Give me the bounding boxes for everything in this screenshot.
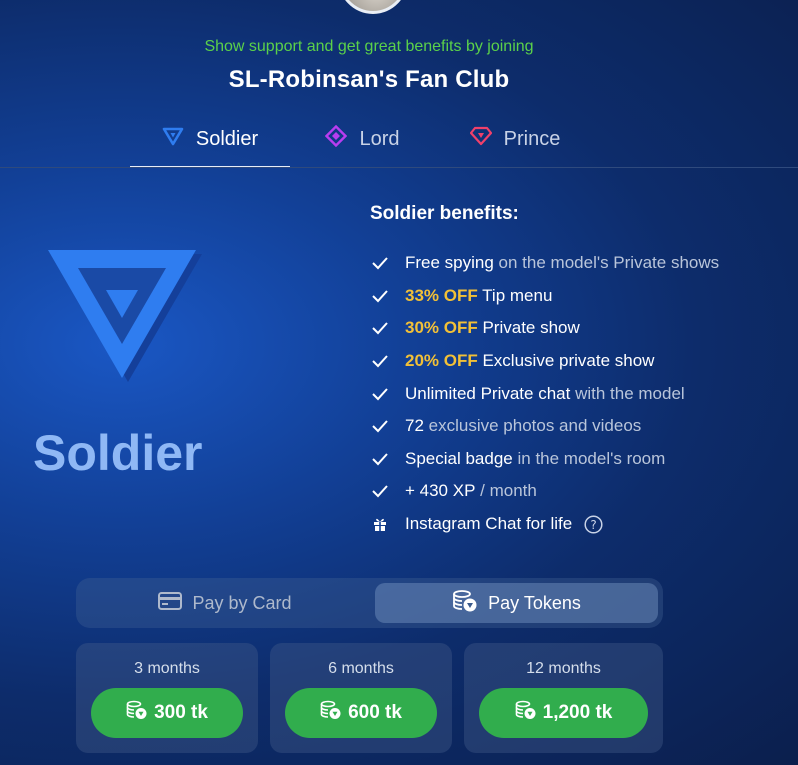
benefit-strong: 72 bbox=[405, 416, 424, 436]
help-icon[interactable]: ? bbox=[584, 514, 603, 534]
benefit-strong: Private show bbox=[477, 318, 580, 338]
benefit-strong: Free spying bbox=[405, 253, 494, 273]
tab-label: Prince bbox=[503, 127, 561, 150]
benefit-discount: 30% OFF bbox=[405, 318, 478, 338]
benefit-strong: Exclusive private show bbox=[477, 351, 655, 371]
check-icon bbox=[370, 351, 390, 371]
triangle-icon bbox=[162, 126, 184, 152]
pay-card-label: Pay by Card bbox=[192, 592, 292, 613]
buy-3-months-button[interactable]: 300 tk bbox=[91, 688, 243, 738]
check-icon bbox=[370, 449, 390, 469]
list-item: Instagram Chat for life ? bbox=[370, 508, 719, 541]
tab-lord[interactable]: Lord bbox=[290, 112, 435, 166]
check-icon bbox=[370, 384, 390, 404]
benefits-list: Free spying on the model's Private shows… bbox=[370, 247, 719, 540]
check-icon bbox=[370, 253, 390, 273]
club-title: SL-Robinsan's Fan Club bbox=[228, 66, 510, 93]
benefit-strong: Instagram Chat for life bbox=[405, 514, 573, 534]
tab-prince[interactable]: Prince bbox=[435, 112, 595, 166]
benefit-text: on the model's Private shows bbox=[493, 253, 720, 273]
list-item: + 430 XP / month bbox=[370, 475, 719, 508]
pay-tokens-label: Pay Tokens bbox=[488, 592, 581, 613]
plan-price: 300 tk bbox=[154, 702, 208, 723]
token-coins-icon bbox=[515, 700, 537, 726]
benefit-strong: Tip menu bbox=[477, 285, 553, 305]
plan-duration: 12 months bbox=[526, 660, 601, 677]
tabs-divider bbox=[0, 167, 798, 168]
model-avatar bbox=[337, 0, 409, 14]
soldier-emblem-icon bbox=[46, 248, 206, 393]
list-item: 33% OFF Tip menu bbox=[370, 280, 719, 313]
plan-duration: 6 months bbox=[328, 660, 394, 677]
list-item: Free spying on the model's Private shows bbox=[370, 247, 719, 280]
tier-tabs: Soldier Lord Prince bbox=[130, 112, 595, 168]
buy-6-months-button[interactable]: 600 tk bbox=[285, 688, 437, 738]
list-item: 20% OFF Exclusive private show bbox=[370, 345, 719, 378]
tier-name: Soldier bbox=[33, 425, 203, 481]
gem-icon bbox=[469, 126, 492, 152]
benefit-strong: Special badge bbox=[405, 448, 513, 468]
benefit-discount: 33% OFF bbox=[405, 285, 478, 305]
payment-method-switch: Pay by Card Pay Tokens bbox=[76, 578, 663, 628]
plan-card-3-months: 3 months 300 tk bbox=[76, 643, 258, 753]
token-coins-icon bbox=[452, 589, 478, 618]
gift-icon bbox=[370, 514, 390, 534]
benefit-strong: + 430 XP bbox=[405, 481, 476, 501]
credit-card-icon bbox=[158, 591, 183, 616]
pay-by-card-button[interactable]: Pay by Card bbox=[76, 583, 374, 623]
plan-card-6-months: 6 months 600 tk bbox=[270, 643, 452, 753]
plan-card-12-months: 12 months 1,200 tk bbox=[464, 643, 663, 753]
svg-text:?: ? bbox=[591, 518, 597, 532]
plan-price: 1,200 tk bbox=[542, 702, 613, 723]
check-icon bbox=[370, 481, 390, 501]
tab-label: Lord bbox=[359, 127, 400, 150]
benefit-text: with the model bbox=[570, 383, 685, 403]
list-item: Special badge in the model's room bbox=[370, 443, 719, 476]
buy-12-months-button[interactable]: 1,200 tk bbox=[479, 688, 648, 738]
token-coins-icon bbox=[320, 700, 342, 726]
list-item: 30% OFF Private show bbox=[370, 312, 719, 345]
diamond-icon bbox=[325, 124, 348, 153]
tab-label: Soldier bbox=[195, 127, 259, 150]
list-item: Unlimited Private chat with the model bbox=[370, 377, 719, 410]
check-icon bbox=[370, 286, 390, 306]
pay-tokens-button[interactable]: Pay Tokens bbox=[375, 583, 658, 623]
tab-soldier[interactable]: Soldier bbox=[130, 112, 290, 168]
benefit-strong: Unlimited Private chat bbox=[405, 383, 571, 403]
list-item: 72 exclusive photos and videos bbox=[370, 410, 719, 443]
benefit-discount: 20% OFF bbox=[405, 351, 478, 371]
plan-price: 600 tk bbox=[348, 702, 402, 723]
benefits-title: Soldier benefits: bbox=[370, 203, 519, 224]
club-subtitle: Show support and get great benefits by j… bbox=[204, 38, 534, 55]
check-icon bbox=[370, 318, 390, 338]
token-coins-icon bbox=[126, 700, 148, 726]
check-icon bbox=[370, 416, 390, 436]
benefit-text: in the model's room bbox=[512, 448, 666, 468]
benefit-text: exclusive photos and videos bbox=[423, 416, 642, 436]
plan-duration: 3 months bbox=[134, 660, 200, 677]
benefit-text: / month bbox=[475, 481, 537, 501]
